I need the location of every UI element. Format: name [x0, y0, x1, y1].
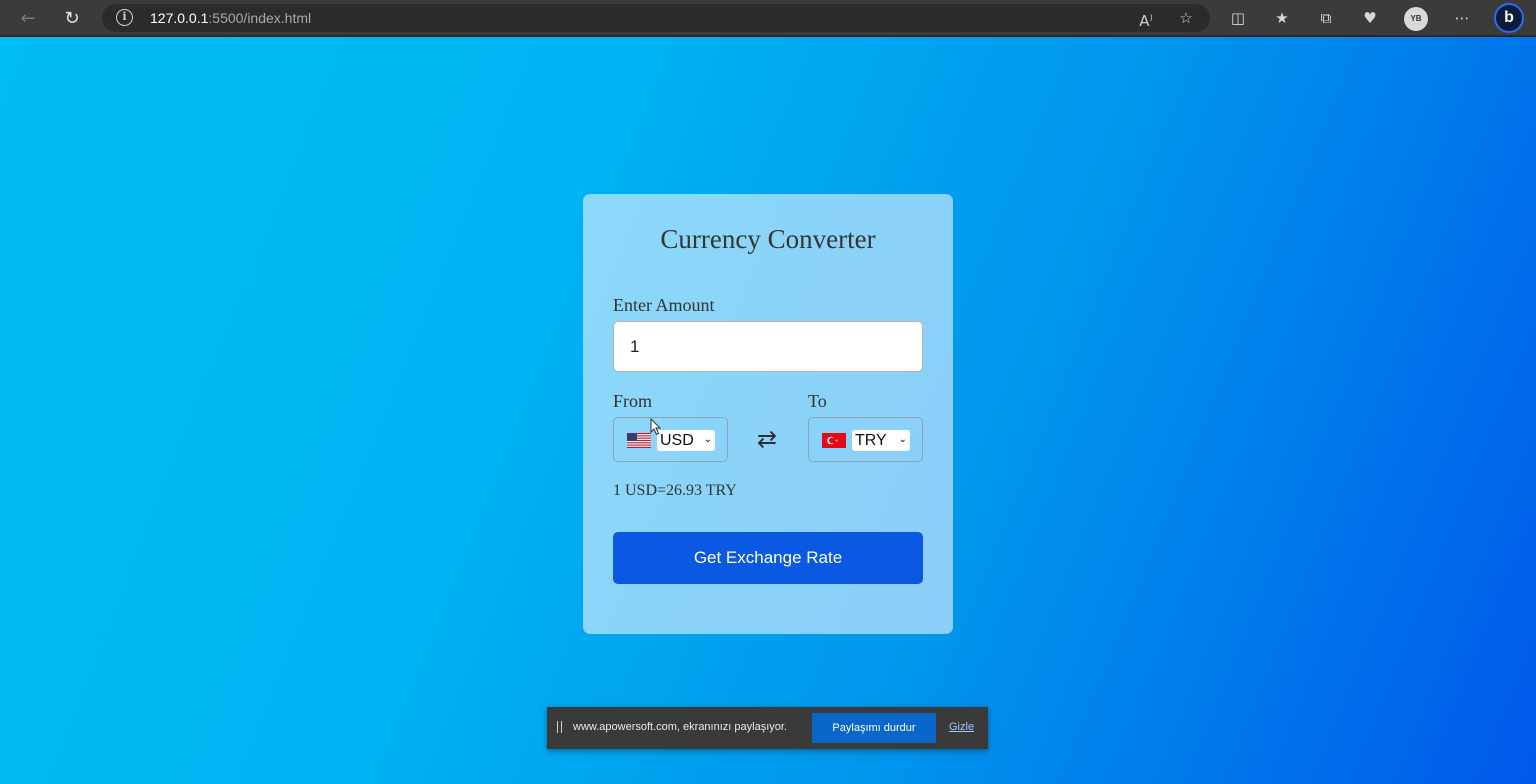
from-currency-value: USD	[660, 432, 694, 449]
chevron-down-icon: ⌄	[898, 434, 907, 445]
stop-sharing-button[interactable]: Paylaşımı durdur	[812, 713, 936, 743]
exchange-rate-text: 1 USD=26.93 TRY	[613, 482, 737, 499]
reload-icon[interactable]: ↻	[58, 4, 86, 32]
collections-icon[interactable]: ⧉	[1314, 6, 1338, 30]
site-info-icon[interactable]: i	[116, 9, 133, 26]
amount-label: Enter Amount	[613, 295, 715, 315]
url-path: :5500/index.html	[208, 10, 312, 26]
amount-input[interactable]	[613, 321, 923, 372]
more-options-icon[interactable]: ⋯	[1450, 6, 1474, 30]
profile-avatar[interactable]: YB	[1404, 7, 1428, 31]
to-label: To	[808, 391, 827, 411]
bing-copilot-icon[interactable]: b	[1494, 3, 1524, 33]
to-currency-box: TRY ⌄	[808, 417, 923, 462]
hide-link[interactable]: Gizle	[949, 721, 974, 733]
browser-essentials-icon[interactable]: ♥	[1358, 6, 1382, 30]
url-text[interactable]: 127.0.0.1:5500/index.html	[150, 10, 311, 26]
mouse-cursor-icon	[650, 418, 662, 436]
page-title: Currency Converter	[660, 224, 876, 254]
to-currency-value: TRY	[855, 432, 887, 449]
to-currency-select[interactable]: TRY ⌄	[852, 430, 910, 451]
get-exchange-rate-button[interactable]: Get Exchange Rate	[613, 532, 923, 584]
screen-share-notification: www.apowersoft.com, ekranınızı paylaşıyo…	[547, 707, 988, 749]
split-screen-icon[interactable]: ◫	[1226, 6, 1250, 30]
url-host: 127.0.0.1	[150, 10, 209, 26]
from-currency-select[interactable]: USD ⌄	[657, 430, 715, 451]
favorites-icon[interactable]: ★	[1270, 6, 1294, 30]
swap-arrows-icon[interactable]: ⇄	[755, 425, 779, 453]
us-flag-icon	[627, 433, 651, 448]
page-viewport: Currency Converter Enter Amount From To …	[0, 37, 1536, 784]
drag-handle-icon[interactable]	[557, 721, 562, 733]
back-icon[interactable]: ←	[14, 4, 42, 32]
browser-toolbar: ← ↻ i 127.0.0.1:5500/index.html A) ☆ ◫ ★…	[0, 0, 1536, 36]
share-message: www.apowersoft.com, ekranınızı paylaşıyo…	[573, 721, 787, 733]
tr-flag-icon	[822, 433, 846, 448]
chevron-down-icon: ⌄	[703, 434, 712, 445]
read-aloud-icon[interactable]: A)	[1136, 8, 1156, 30]
from-label: From	[613, 391, 653, 411]
address-bar[interactable]: i 127.0.0.1:5500/index.html A) ☆	[102, 4, 1210, 32]
from-currency-box: USD ⌄	[613, 417, 728, 462]
favorite-star-icon[interactable]: ☆	[1176, 8, 1196, 28]
converter-card: Currency Converter Enter Amount From To …	[583, 194, 953, 634]
